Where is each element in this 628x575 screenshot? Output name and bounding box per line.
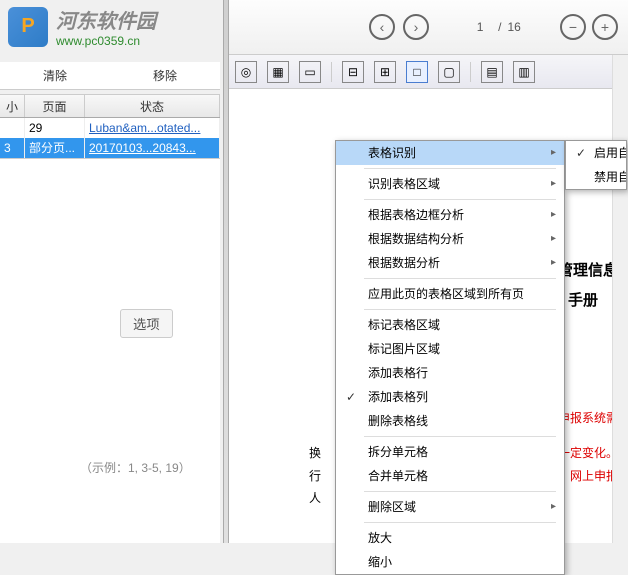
submenu-enable[interactable]: 启用自	[566, 141, 626, 165]
menu-delete-line[interactable]: 删除表格线	[336, 409, 564, 433]
doc-text-red: 申报系统需	[558, 409, 618, 426]
zoom-out-button[interactable]: −	[560, 14, 586, 40]
toolbar-left: 清除 移除	[0, 62, 220, 90]
table-header: 小 页面 状态	[0, 94, 220, 118]
doc-text: 人	[309, 489, 321, 506]
page-info: 1 / 16	[468, 20, 521, 34]
options-button[interactable]: 选项	[120, 309, 173, 338]
tool-icon-8[interactable]: ▤	[481, 61, 503, 83]
icon-toolbar: ◎ ▦ ▭ ⊟ ⊞ □ ▢ ▤ ▥	[229, 55, 628, 89]
watermark: 河东软件园 www.pc0359.cn	[8, 5, 156, 48]
th-status[interactable]: 状态	[85, 95, 220, 117]
separator	[470, 62, 471, 82]
watermark-icon	[8, 7, 48, 47]
tool-icon-7[interactable]: ▢	[438, 61, 460, 83]
prev-page-button[interactable]: ‹	[369, 14, 395, 40]
menu-mark-table[interactable]: 标记表格区域	[336, 313, 564, 337]
table-row[interactable]: 3 部分页... 20170103...20843...	[0, 138, 220, 158]
watermark-url: www.pc0359.cn	[56, 34, 156, 48]
menu-zoom-out[interactable]: 缩小	[336, 550, 564, 574]
menu-analyze-data[interactable]: 根据数据分析	[336, 251, 564, 275]
doc-text: 管理信息	[558, 259, 618, 280]
tool-icon-5[interactable]: ⊞	[374, 61, 396, 83]
menu-add-row[interactable]: 添加表格行	[336, 361, 564, 385]
page-current[interactable]: 1	[468, 20, 492, 34]
th-page[interactable]: 页面	[25, 95, 85, 117]
menu-mark-image[interactable]: 标记图片区域	[336, 337, 564, 361]
nav-bar: ‹ › 1 / 16 − +	[229, 0, 628, 55]
tool-icon-6[interactable]: □	[406, 61, 428, 83]
doc-text: 手册	[568, 289, 598, 310]
menu-table-recognition[interactable]: 表格识别	[336, 141, 564, 165]
table-row[interactable]: 29 Luban&am...otated...	[0, 118, 220, 138]
scrollbar-vertical[interactable]	[612, 55, 628, 543]
zoom-in-button[interactable]: +	[592, 14, 618, 40]
tool-icon-grid[interactable]: ▦	[267, 61, 289, 83]
tool-icon-image[interactable]: ▭	[299, 61, 321, 83]
tool-icon-9[interactable]: ▥	[513, 61, 535, 83]
doc-text: 换	[309, 444, 321, 461]
menu-apply-all-pages[interactable]: 应用此页的表格区域到所有页	[336, 282, 564, 306]
menu-delete-area[interactable]: 删除区域	[336, 495, 564, 519]
doc-text-red: 一定变化。	[558, 444, 618, 461]
menu-recognize-table-area[interactable]: 识别表格区域	[336, 172, 564, 196]
submenu: 启用自 禁用自	[565, 140, 627, 190]
tool-icon-4[interactable]: ⊟	[342, 61, 364, 83]
context-menu: 表格识别 识别表格区域 根据表格边框分析 根据数据结构分析 根据数据分析 应用此…	[335, 140, 565, 575]
watermark-title: 河东软件园	[56, 5, 156, 34]
tool-icon-1[interactable]: ◎	[235, 61, 257, 83]
submenu-disable[interactable]: 禁用自	[566, 165, 626, 189]
menu-zoom-in[interactable]: 放大	[336, 526, 564, 550]
separator	[364, 199, 556, 200]
menu-add-column[interactable]: 添加表格列	[336, 385, 564, 409]
doc-text: 行	[309, 467, 321, 484]
separator	[364, 309, 556, 310]
separator	[364, 278, 556, 279]
separator	[364, 522, 556, 523]
separator	[331, 62, 332, 82]
doc-text-red: 网上申报	[570, 467, 618, 484]
menu-analyze-structure[interactable]: 根据数据结构分析	[336, 227, 564, 251]
menu-merge-cell[interactable]: 合并单元格	[336, 464, 564, 488]
left-panel: 选项 （示例：1, 3-5, 19）	[0, 158, 220, 543]
separator	[364, 168, 556, 169]
separator	[364, 436, 556, 437]
next-page-button[interactable]: ›	[403, 14, 429, 40]
clear-button[interactable]: 清除	[0, 62, 110, 89]
menu-analyze-border[interactable]: 根据表格边框分析	[336, 203, 564, 227]
example-text: （示例：1, 3-5, 19）	[80, 459, 191, 476]
th-size[interactable]: 小	[0, 95, 25, 117]
menu-split-cell[interactable]: 拆分单元格	[336, 440, 564, 464]
page-total: 16	[507, 20, 520, 34]
separator	[364, 491, 556, 492]
remove-button[interactable]: 移除	[110, 62, 220, 89]
